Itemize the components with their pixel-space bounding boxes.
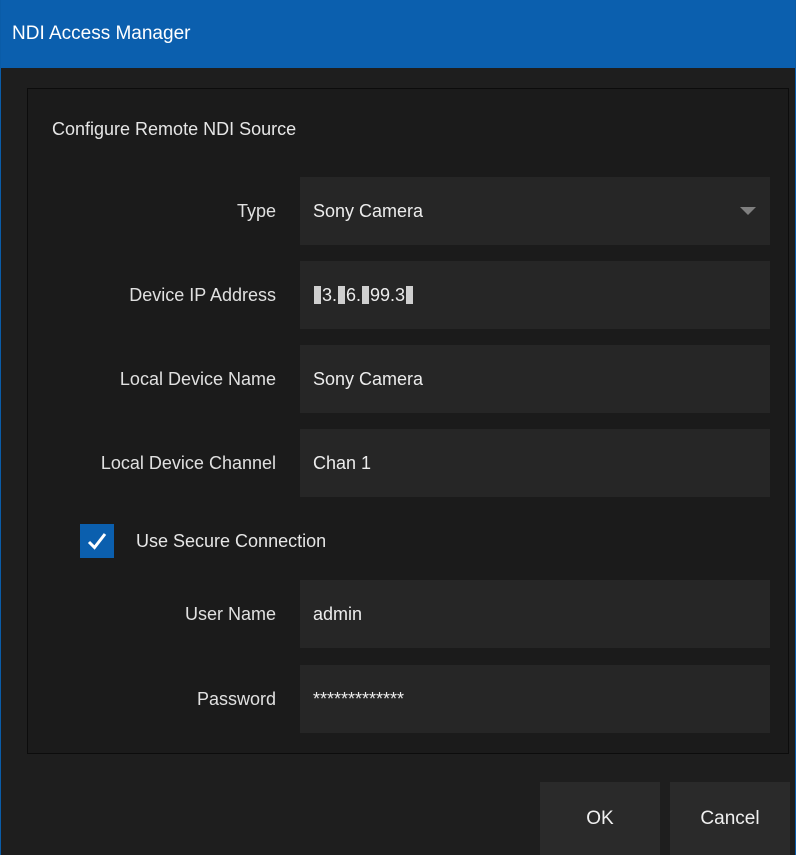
ip-label: Device IP Address	[129, 284, 276, 305]
ip-address-input[interactable]: 3. 6. 99.3	[300, 261, 770, 329]
type-label: Type	[236, 200, 276, 221]
ip-part-3: 99.3	[370, 284, 406, 305]
user-name-row: User Name admin	[28, 580, 788, 648]
configure-panel: Configure Remote NDI Source Type Sony Ca…	[27, 88, 789, 754]
device-name-label: Local Device Name	[119, 368, 276, 389]
device-name-input[interactable]: Sony Camera	[300, 345, 770, 413]
chevron-down-icon[interactable]	[740, 207, 756, 215]
device-channel-value: Chan 1	[313, 452, 372, 473]
password-input[interactable]: *************	[300, 665, 770, 733]
secure-connection-checkbox[interactable]	[80, 524, 114, 558]
ip-redaction	[406, 286, 414, 304]
ip-row: Device IP Address 3. 6. 99.3	[28, 261, 788, 329]
checkmark-icon	[87, 533, 107, 550]
secure-connection-label[interactable]: Use Secure Connection	[136, 531, 326, 552]
type-value: Sony Camera	[313, 200, 424, 221]
cancel-button[interactable]: Cancel	[670, 782, 790, 855]
type-dropdown[interactable]: Sony Camera	[300, 177, 770, 245]
password-label: Password	[196, 688, 276, 709]
dialog-footer: OK Cancel	[1, 772, 795, 855]
secure-connection-row: Use Secure Connection	[80, 524, 326, 558]
title-bar: NDI Access Manager	[1, 0, 795, 68]
ndi-access-manager-window: NDI Access Manager Configure Remote NDI …	[0, 0, 796, 855]
type-row: Type Sony Camera	[28, 177, 788, 245]
ip-part-2: 6.	[346, 284, 362, 305]
device-channel-input[interactable]: Chan 1	[300, 429, 770, 497]
device-channel-row: Local Device Channel Chan 1	[28, 429, 788, 497]
window-title: NDI Access Manager	[12, 23, 191, 44]
device-name-row: Local Device Name Sony Camera	[28, 345, 788, 413]
ip-redaction	[338, 286, 346, 304]
ip-redaction	[314, 286, 321, 304]
user-name-input[interactable]: admin	[300, 580, 770, 648]
user-name-value: admin	[313, 603, 363, 624]
device-channel-label: Local Device Channel	[100, 452, 276, 473]
section-title: Configure Remote NDI Source	[52, 119, 297, 139]
device-name-value: Sony Camera	[313, 368, 424, 389]
ip-part-1: 3.	[322, 284, 338, 305]
user-name-label: User Name	[184, 603, 276, 624]
password-value: *************	[313, 688, 405, 709]
ip-redaction	[362, 286, 370, 304]
ok-button[interactable]: OK	[540, 782, 660, 855]
password-row: Password *************	[28, 665, 788, 733]
